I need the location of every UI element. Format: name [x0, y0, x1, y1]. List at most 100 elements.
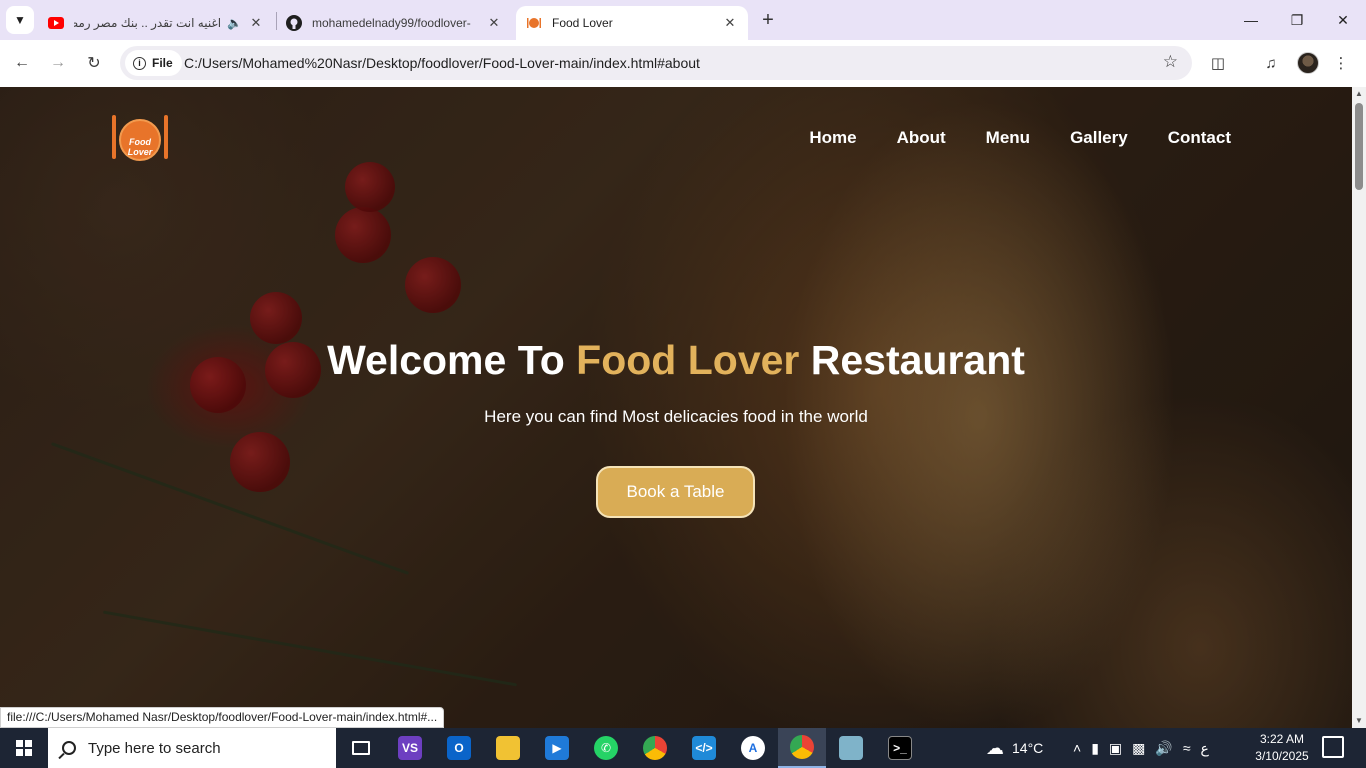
page-scrollbar[interactable]: ▲ ▼ [1352, 87, 1366, 728]
close-tab-icon[interactable]: ✕ [248, 15, 264, 31]
link-status-bar: file:///C:/Users/Mohamed Nasr/Desktop/fo… [0, 707, 445, 728]
media-control-icon[interactable]: ♫ [1260, 52, 1282, 74]
network-icon[interactable]: ▩ [1132, 740, 1145, 757]
restore-button[interactable]: ❐ [1274, 0, 1320, 40]
forward-button[interactable]: → [45, 50, 71, 76]
taskbar-search[interactable]: Type here to search [48, 728, 336, 768]
nav-contact[interactable]: Contact [1168, 128, 1231, 148]
windows-logo-icon [16, 740, 32, 756]
terminal-icon: >_ [888, 736, 912, 760]
menu-kebab-icon[interactable]: ⋮ [1330, 52, 1352, 74]
logo-text: Food Lover [127, 137, 153, 157]
wifi-icon[interactable]: ≈ [1183, 740, 1191, 756]
clock-time: 3:22 AM [1259, 732, 1305, 746]
taskbar-app[interactable] [827, 728, 875, 768]
close-window-button[interactable]: ✕ [1320, 0, 1366, 40]
chevron-up-icon[interactable]: ˄ [1073, 740, 1081, 756]
nav-menu[interactable]: Menu [986, 128, 1030, 148]
book-table-button[interactable]: Book a Table [596, 466, 755, 518]
system-tray: ˄ ▮ ▣ ▩ 🔊 ≈ ع [1073, 728, 1209, 768]
tab-food-lover[interactable]: Food Lover ✕ [516, 6, 748, 40]
site-chip-label: File [152, 56, 173, 70]
bookmark-star-icon[interactable]: ☆ [1163, 52, 1178, 72]
decor-tomato [230, 432, 290, 492]
tab-title: Food Lover [552, 16, 613, 30]
speaker-icon[interactable]: 🔈 [227, 16, 242, 30]
browser-toolbar: ← → ↻ i File C:/Users/Mohamed%20Nasr/Des… [0, 40, 1366, 87]
start-button[interactable] [0, 728, 48, 768]
tab-search-button[interactable]: ▼ [6, 6, 34, 34]
nav-about[interactable]: About [897, 128, 946, 148]
decor-tomato [345, 162, 395, 212]
tab-github[interactable]: mohamedelnady99/foodlover- ✕ [276, 6, 512, 40]
decor-tomato [335, 207, 391, 263]
restore-icon: ❐ [1290, 11, 1304, 28]
decor-rosemary [50, 442, 410, 575]
new-tab-button[interactable]: + [757, 9, 779, 31]
weather-widget[interactable]: ☁ 14°C [986, 728, 1043, 768]
notification-icon[interactable] [1322, 736, 1344, 758]
chrome-icon [643, 736, 667, 760]
reload-icon: ↻ [87, 55, 101, 72]
taskbar-outlook[interactable]: O [435, 728, 483, 768]
profile-avatar[interactable] [1297, 52, 1319, 74]
food-lover-favicon [526, 15, 542, 31]
taskbar-terminal[interactable]: >_ [876, 728, 924, 768]
battery-icon[interactable]: ▮ [1091, 740, 1099, 757]
scrollbar-thumb[interactable] [1355, 103, 1363, 190]
taskbar-clock[interactable]: 3:22 AM 3/10/2025 [1246, 731, 1318, 765]
address-bar[interactable]: i File C:/Users/Mohamed%20Nasr/Desktop/f… [120, 46, 1192, 80]
nav-home[interactable]: Home [809, 128, 856, 148]
task-view-icon [352, 741, 370, 755]
minimize-button[interactable]: — [1228, 0, 1274, 40]
chevron-down-icon: ▼ [14, 13, 26, 27]
folder-icon [496, 736, 520, 760]
site-logo[interactable]: Food Lover [110, 113, 170, 161]
back-button[interactable]: ← [9, 50, 35, 76]
hero-subtitle: Here you can find Most delicacies food i… [484, 407, 868, 426]
hero-title-post: Restaurant [799, 337, 1025, 383]
close-tab-icon[interactable]: ✕ [486, 15, 502, 31]
volume-icon[interactable]: 🔊 [1155, 740, 1172, 757]
arrow-left-icon: ← [14, 54, 30, 71]
scroll-up-icon[interactable]: ▲ [1352, 87, 1366, 101]
task-view-button[interactable] [337, 728, 385, 768]
taskbar-chrome-active[interactable] [778, 728, 826, 768]
nav-gallery[interactable]: Gallery [1070, 128, 1128, 148]
taskbar-app-store[interactable]: A [729, 728, 777, 768]
decor-rosemary [102, 610, 518, 687]
tab-title: اغنيه انت تقدر .. بنك مصر رمضان [74, 16, 222, 30]
taskbar-whatsapp[interactable]: ✆ [582, 728, 630, 768]
taskbar-file-explorer[interactable] [484, 728, 532, 768]
extensions-icon[interactable]: ◫ [1207, 52, 1229, 74]
hero-title: Welcome To Food Lover Restaurant [0, 337, 1352, 384]
site-info-chip[interactable]: i File [125, 50, 182, 76]
close-tab-icon[interactable]: ✕ [722, 15, 738, 31]
media-player-icon: ▶ [545, 736, 569, 760]
url-text[interactable]: C:/Users/Mohamed%20Nasr/Desktop/foodlove… [184, 55, 700, 71]
scroll-down-icon[interactable]: ▼ [1352, 714, 1366, 728]
arrow-right-icon: → [50, 54, 66, 71]
clock-date: 3/10/2025 [1255, 749, 1309, 763]
info-icon: i [133, 56, 146, 70]
youtube-icon [48, 15, 64, 31]
hero-section: Food Lover Home About Menu Gallery Conta… [0, 87, 1352, 728]
tab-youtube[interactable]: اغنيه انت تقدر .. بنك مصر رمضان 🔈 ✕ [38, 6, 274, 40]
vscode-icon: </> [692, 736, 716, 760]
minimize-icon: — [1244, 12, 1258, 28]
app-store-icon: A [741, 736, 765, 760]
weather-cloud-icon: ☁ [986, 737, 1004, 758]
tab-title: mohamedelnady99/foodlover- [312, 16, 471, 30]
taskbar-chrome[interactable] [631, 728, 679, 768]
language-indicator[interactable]: ع [1201, 740, 1209, 757]
taskbar-visual-studio[interactable]: VS [386, 728, 434, 768]
close-icon: ✕ [1337, 11, 1349, 28]
windows-taskbar: Type here to search VS O ▶ ✆ </> A >_ ☁ … [0, 728, 1366, 768]
notes-icon [839, 736, 863, 760]
taskbar-vscode[interactable]: </> [680, 728, 728, 768]
hero-title-accent: Food Lover [576, 337, 800, 383]
taskbar-media-app[interactable]: ▶ [533, 728, 581, 768]
visual-studio-icon: VS [398, 736, 422, 760]
meet-icon[interactable]: ▣ [1109, 740, 1122, 757]
reload-button[interactable]: ↻ [81, 50, 107, 76]
